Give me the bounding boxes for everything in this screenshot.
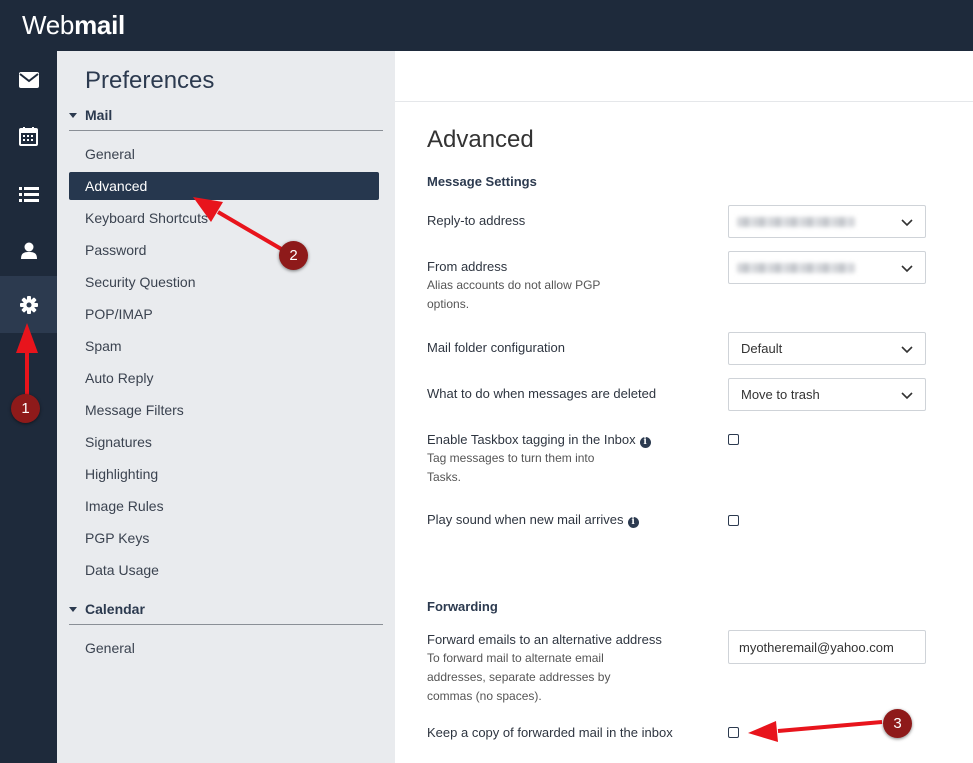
deleted-messages-select[interactable]: Move to trash: [728, 378, 926, 411]
folder-config-label: Mail folder configuration: [427, 340, 566, 355]
play-sound-checkbox[interactable]: [728, 515, 739, 526]
caret-down-icon: [69, 113, 77, 118]
from-address-select[interactable]: [728, 251, 926, 284]
play-sound-label-text: Play sound when new mail arrives: [427, 512, 624, 527]
taskbox-checkbox[interactable]: [728, 434, 739, 445]
settings-gear-icon: [19, 295, 38, 314]
redacted-value: [737, 263, 855, 273]
from-address-label: From address: [427, 259, 508, 274]
tasks-list-icon: [18, 186, 39, 202]
info-icon[interactable]: i: [639, 437, 651, 448]
contacts-app-button[interactable]: [0, 222, 57, 279]
nav-item-general[interactable]: General: [69, 140, 379, 168]
reply-to-select[interactable]: [728, 205, 926, 238]
mail-app-button[interactable]: [0, 51, 57, 108]
redacted-value: [737, 217, 855, 227]
deleted-messages-label: What to do when messages are deleted: [427, 386, 657, 401]
calendar-app-button[interactable]: [0, 108, 57, 165]
nav-item-pop-imap[interactable]: POP/IMAP: [69, 300, 379, 328]
play-sound-label: Play sound when new mail arrives i: [427, 510, 697, 529]
nav-item-keyboard-shortcuts[interactable]: Keyboard Shortcuts: [69, 204, 379, 232]
page-title: Advanced: [427, 126, 534, 153]
settings-app-button[interactable]: [0, 276, 57, 333]
chevron-down-icon: [901, 265, 913, 273]
top-bar: Webmail: [0, 0, 973, 51]
nav-item-spam[interactable]: Spam: [69, 332, 379, 360]
settings-main-panel: Advanced Message Settings Reply-to addre…: [395, 51, 973, 763]
annotation-badge-1: 1: [11, 394, 40, 423]
chevron-down-icon: [901, 392, 913, 400]
caret-down-icon: [69, 607, 77, 612]
nav-item-security-question[interactable]: Security Question: [69, 268, 379, 296]
annotation-badge-2: 2: [279, 241, 308, 270]
nav-item-pgp-keys[interactable]: PGP Keys: [69, 524, 379, 552]
taskbox-label-text: Enable Taskbox tagging in the Inbox: [427, 432, 636, 447]
chevron-down-icon: [901, 346, 913, 354]
preferences-title: Preferences: [85, 67, 215, 94]
info-icon[interactable]: i: [627, 517, 639, 528]
folder-config-select[interactable]: Default: [728, 332, 926, 365]
preferences-panel: Preferences Mail General Advanced Keyboa…: [57, 51, 395, 763]
webmail-logo[interactable]: Webmail: [22, 10, 125, 41]
reply-to-label: Reply-to address: [427, 213, 526, 228]
calendar-section-label: Calendar: [85, 601, 145, 617]
keep-copy-label: Keep a copy of forwarded mail in the inb…: [427, 725, 673, 740]
nav-item-highlighting[interactable]: Highlighting: [69, 460, 379, 488]
mail-section-label: Mail: [85, 107, 113, 123]
nav-item-calendar-general[interactable]: General: [69, 634, 379, 662]
deleted-messages-value: Move to trash: [741, 387, 820, 402]
chevron-down-icon: [901, 219, 913, 227]
tasks-app-button[interactable]: [0, 165, 57, 222]
nav-item-signatures[interactable]: Signatures: [69, 428, 379, 456]
calendar-icon: [19, 127, 38, 146]
divider: [395, 101, 973, 102]
forward-address-input[interactable]: [728, 630, 926, 664]
nav-item-data-usage[interactable]: Data Usage: [69, 556, 379, 584]
forward-hint: To forward mail to alternate email addre…: [427, 651, 611, 703]
nav-item-auto-reply[interactable]: Auto Reply: [69, 364, 379, 392]
forward-label: Forward emails to an alternative address: [427, 632, 662, 647]
contacts-icon: [20, 242, 37, 259]
nav-item-advanced[interactable]: Advanced: [69, 172, 379, 200]
nav-item-image-rules[interactable]: Image Rules: [69, 492, 379, 520]
mail-icon: [18, 71, 39, 88]
nav-item-message-filters[interactable]: Message Filters: [69, 396, 379, 424]
logo-text-bold: mail: [74, 10, 125, 40]
calendar-section-header[interactable]: Calendar: [69, 599, 383, 625]
from-address-hint: Alias accounts do not allow PGP options.: [427, 278, 601, 311]
forwarding-heading: Forwarding: [427, 599, 498, 614]
annotation-badge-3: 3: [883, 709, 912, 738]
nav-item-password[interactable]: Password: [69, 236, 379, 264]
mail-section-header[interactable]: Mail: [69, 105, 383, 131]
message-settings-heading: Message Settings: [427, 174, 537, 189]
taskbox-label: Enable Taskbox tagging in the Inbox i: [427, 430, 697, 449]
keep-copy-checkbox[interactable]: [728, 727, 739, 738]
logo-text-light: Web: [22, 10, 75, 40]
folder-config-value: Default: [741, 341, 783, 356]
taskbox-hint: Tag messages to turn them into Tasks.: [427, 451, 595, 484]
